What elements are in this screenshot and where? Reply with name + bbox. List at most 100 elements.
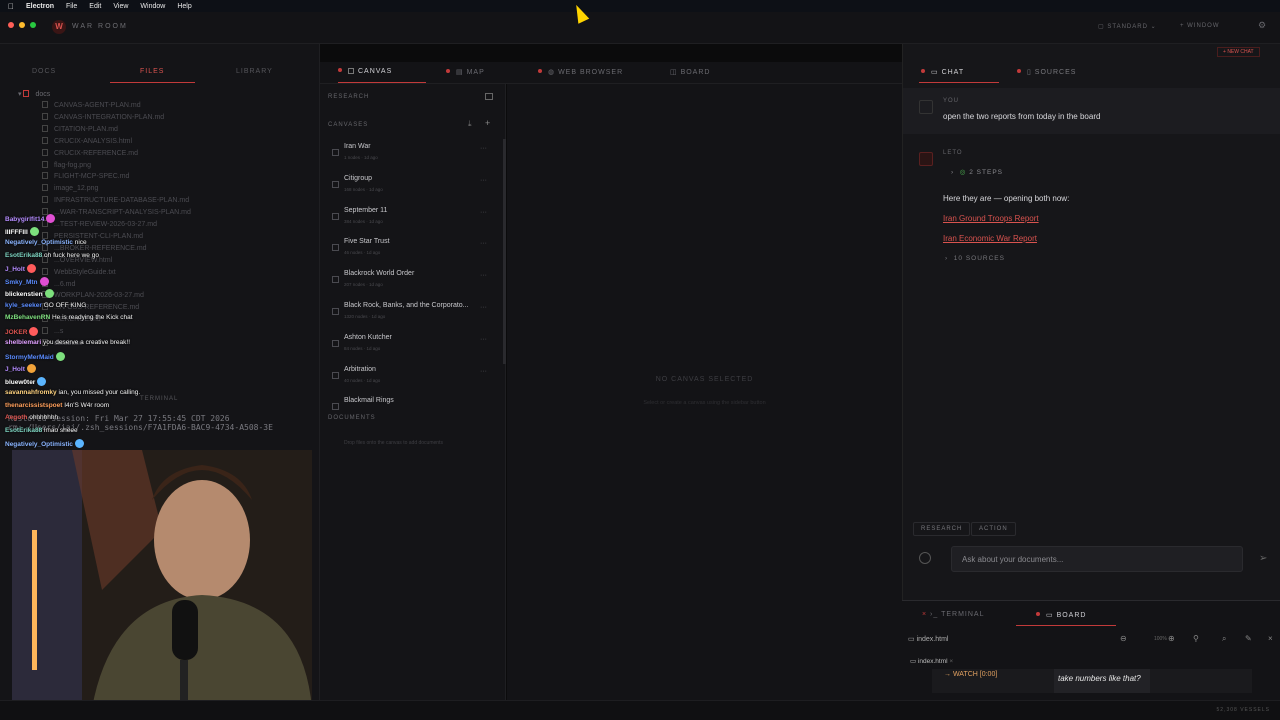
menu-help[interactable]: Help bbox=[177, 3, 191, 10]
window-menu[interactable]: + WINDOW bbox=[1180, 23, 1220, 29]
menu-file[interactable]: File bbox=[66, 3, 77, 10]
tab-docs[interactable]: DOCS bbox=[32, 68, 56, 75]
more-options-icon[interactable]: ··· bbox=[480, 177, 487, 184]
canvas-item[interactable]: Blackrock World Order 207 nodes · 1d ago ·… bbox=[328, 270, 488, 298]
file-item[interactable]: image_12.png bbox=[42, 184, 98, 192]
folder-docs[interactable]: ▾ docs bbox=[18, 90, 50, 98]
canvas-item[interactable]: Arbitration 40 nodes · 1d ago ··· bbox=[328, 366, 488, 394]
report-link[interactable]: Iran Ground Troops Report bbox=[943, 214, 1039, 223]
draw-icon[interactable]: ✎ bbox=[1245, 634, 1252, 643]
canvas-item[interactable]: Five Star Trust 46 nodes · 1d ago ··· bbox=[328, 238, 488, 266]
file-item[interactable]: flag-fog.png bbox=[42, 160, 91, 169]
more-options-icon[interactable]: ··· bbox=[480, 240, 487, 247]
emote-icon bbox=[26, 264, 36, 273]
menu-edit[interactable]: Edit bbox=[89, 3, 101, 10]
mode-action-button[interactable]: ACTION bbox=[971, 522, 1016, 536]
file-item[interactable]: CITATION-PLAN.md bbox=[42, 124, 118, 133]
new-chat-button[interactable]: + NEW CHAT bbox=[1217, 47, 1260, 57]
board-icon: ▭ bbox=[1046, 612, 1057, 619]
file-item[interactable]: ...s bbox=[42, 327, 63, 335]
chat-username: Babygirlfit14 bbox=[5, 216, 45, 223]
chat-username: savannahfromky bbox=[5, 389, 57, 396]
canvas-item[interactable]: Blackmail Rings bbox=[328, 397, 488, 425]
canvas-meta: 40 nodes · 1d ago bbox=[344, 377, 381, 383]
send-icon[interactable]: ➢ bbox=[1259, 553, 1267, 564]
user-message: YOU open the two reports from today in t… bbox=[903, 88, 1280, 134]
research-sidebar: RESEARCH CANVASES ⤓ + Iran War 1 nodes · … bbox=[320, 84, 506, 720]
scrollbar[interactable] bbox=[503, 139, 506, 364]
file-tab[interactable]: ▭ index.html × bbox=[910, 657, 953, 665]
more-options-icon[interactable]: ··· bbox=[480, 272, 487, 279]
menu-window[interactable]: Window bbox=[140, 3, 165, 10]
search-icon[interactable]: ⌕ bbox=[1222, 634, 1226, 644]
file-item[interactable]: ...WAR-TRANSCRIPT-ANALYSIS-PLAN.md bbox=[42, 208, 191, 216]
apple-icon[interactable]:  bbox=[8, 2, 14, 11]
close-icon[interactable]: × bbox=[1268, 634, 1273, 643]
tab-board[interactable]: ▭ BOARD bbox=[1036, 611, 1086, 619]
menu-view[interactable]: View bbox=[113, 3, 128, 10]
maximize-window-button[interactable] bbox=[30, 22, 36, 28]
file-icon bbox=[42, 172, 48, 180]
tab-web-browser[interactable]: ◍ WEB BROWSER bbox=[538, 68, 623, 76]
tab-sources[interactable]: ▯ SOURCES bbox=[1017, 68, 1076, 76]
more-options-icon[interactable]: ··· bbox=[480, 336, 487, 343]
more-options-icon[interactable]: ··· bbox=[480, 304, 487, 311]
history-icon[interactable] bbox=[919, 552, 931, 564]
zoom-in-icon[interactable]: ⊕ bbox=[1168, 634, 1175, 643]
tab-files[interactable]: FILES bbox=[140, 68, 164, 75]
chat-username: Negatively_Optimistic bbox=[5, 239, 73, 246]
webcam-feed bbox=[12, 450, 312, 708]
file-item[interactable]: CANVAS-AGENT-PLAN.md bbox=[42, 101, 141, 109]
tab-canvas[interactable]: CANVAS bbox=[338, 68, 392, 75]
settings-icon[interactable]: ⚙ bbox=[1258, 20, 1267, 31]
canvas-item[interactable]: Citigroup 168 nodes · 1d ago ··· bbox=[328, 175, 488, 203]
file-item[interactable]: WORKPLAN-2026-03-27.md bbox=[42, 291, 144, 299]
mode-selector[interactable]: ▢ STANDARD ⌄ bbox=[1098, 23, 1157, 30]
more-options-icon[interactable]: ··· bbox=[480, 368, 487, 375]
file-item[interactable]: FLIGHT-MCP-SPEC.md bbox=[42, 172, 129, 180]
emote-icon bbox=[39, 276, 49, 286]
tab-map[interactable]: ▤ MAP bbox=[446, 68, 485, 76]
file-item[interactable]: CANVAS-INTEGRATION-PLAN.md bbox=[42, 112, 164, 121]
menu-app-name[interactable]: Electron bbox=[26, 3, 54, 10]
file-item[interactable]: CRUCIX-REFERENCE.md bbox=[42, 148, 138, 157]
canvas-item[interactable]: Iran War 1 nodes · 1d ago ··· bbox=[328, 143, 488, 171]
minimize-window-button[interactable] bbox=[19, 22, 25, 28]
more-options-icon[interactable]: ··· bbox=[480, 209, 487, 216]
collapse-sidebar-icon[interactable] bbox=[485, 93, 493, 100]
canvas-item[interactable]: September 11 384 nodes · 1d ago ··· bbox=[328, 207, 488, 235]
canvas-item[interactable]: Black Rock, Banks, and the Corporato... 1… bbox=[328, 302, 488, 330]
canvas-icon bbox=[332, 371, 339, 379]
tab-terminal[interactable]: × ›_ TERMINAL bbox=[922, 611, 985, 618]
chat-text: lmao sheee bbox=[44, 426, 78, 434]
sources-toggle[interactable]: › 10 SOURCES bbox=[945, 255, 1005, 262]
tab-chat[interactable]: ▭ CHAT bbox=[921, 68, 964, 76]
zoom-out-icon[interactable]: ⊖ bbox=[1120, 634, 1127, 643]
mode-research-button[interactable]: RESEARCH bbox=[913, 522, 971, 536]
tab-library[interactable]: LIBRARY bbox=[236, 68, 273, 75]
chat-input[interactable]: Ask about your documents... bbox=[951, 546, 1243, 572]
chat-text: ian, you missed your calling. bbox=[58, 389, 141, 396]
chat-message: Negatively_Optimistic nice bbox=[5, 239, 87, 246]
file-item[interactable]: ...TEST-REVIEW-2026-03-27.md bbox=[42, 220, 157, 228]
close-window-button[interactable] bbox=[8, 22, 14, 28]
tab-board[interactable]: ◫ BOARD bbox=[670, 68, 710, 76]
report-link[interactable]: Iran Economic War Report bbox=[943, 234, 1037, 243]
file-item[interactable]: CRUCIX-ANALYSIS.html bbox=[42, 136, 132, 145]
file-item[interactable]: WebbStyleGuide.txt bbox=[42, 267, 116, 276]
canvas-item[interactable]: Ashton Kutcher 84 nodes · 1d ago ··· bbox=[328, 334, 488, 362]
download-icon[interactable]: ⤓ bbox=[468, 119, 472, 129]
tab-terminal[interactable]: TERMINAL bbox=[140, 396, 178, 402]
more-options-icon[interactable]: ··· bbox=[480, 145, 487, 152]
webcam-image bbox=[12, 450, 312, 708]
chat-username: Negatively_Optimistic bbox=[5, 441, 73, 448]
file-item[interactable]: INFRASTRUCTURE-DATABASE-PLAN.md bbox=[42, 196, 189, 204]
pin-icon[interactable]: ⚲ bbox=[1193, 634, 1199, 643]
emote-icon bbox=[74, 439, 84, 448]
add-canvas-button[interactable]: + bbox=[485, 118, 490, 128]
canvas-area[interactable]: NO CANVAS SELECTED Select or create a ca… bbox=[507, 84, 902, 700]
status-dot bbox=[1036, 612, 1040, 616]
close-icon: × bbox=[949, 658, 954, 665]
file-icon bbox=[42, 160, 48, 168]
steps-toggle[interactable]: › ◎ 2 STEPS bbox=[951, 168, 1003, 176]
